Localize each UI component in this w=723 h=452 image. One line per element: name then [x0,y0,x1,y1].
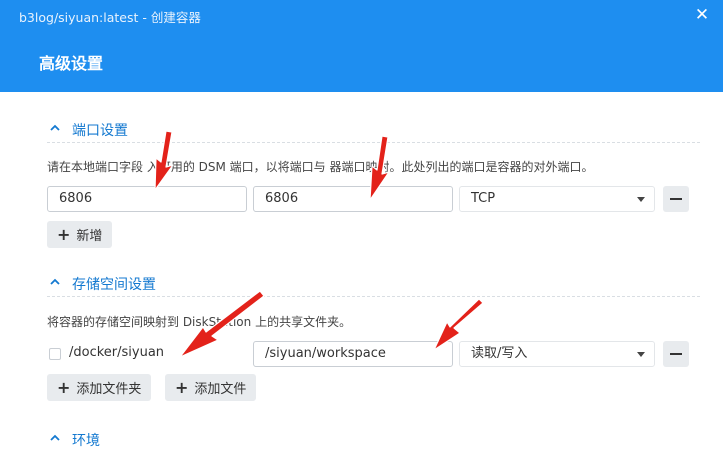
chevron-up-icon [50,278,60,285]
chevron-up-icon [50,124,60,131]
dialog-header: b3log/siyuan:latest - 创建容器 ✕ 高级设置 [0,0,723,92]
local-port-input[interactable]: 6806 [47,186,247,212]
permission-select[interactable]: 读取/写入 [459,341,655,367]
remove-port-button[interactable] [663,186,689,212]
storage-description: 将容器的存储空间映射到 DiskStation 上的共享文件夹。 [47,315,352,329]
add-port-label: 新增 [76,229,103,244]
section-title-storage: 存储空间设置 [72,277,156,293]
add-folder-button[interactable]: + 添加文件夹 [47,374,152,401]
close-icon[interactable]: ✕ [691,5,713,27]
add-folder-label: 添加文件夹 [76,382,142,397]
plus-icon: + [175,378,189,397]
caret-down-icon [637,352,645,357]
dialog-content: 端口设置 请在本地端口字段 入可用的 DSM 端口，以将端口与 器端口映射。此处… [0,92,723,449]
container-port-input[interactable]: 6806 [253,186,453,212]
plus-icon: + [57,378,71,397]
folder-checkbox[interactable] [49,348,61,360]
protocol-value: TCP [471,191,496,206]
minus-icon [670,353,682,355]
section-title-ports: 端口设置 [72,123,128,139]
port-description: 请在本地端口字段 入可用的 DSM 端口，以将端口与 器端口映射。此处列出的端口… [47,160,594,174]
section-header-ports[interactable]: 端口设置 [47,120,700,143]
add-port-button[interactable]: + 新增 [47,221,113,248]
plus-icon: + [57,225,71,244]
minus-icon [670,198,682,200]
mount-path-input[interactable]: /siyuan/workspace [253,341,453,367]
remove-volume-button[interactable] [663,341,689,367]
window-title: b3log/siyuan:latest - 创建容器 [19,10,201,25]
add-file-label: 添加文件 [194,382,247,397]
folder-path: /docker/siyuan [69,345,165,360]
protocol-select[interactable]: TCP [459,186,655,212]
add-file-button[interactable]: + 添加文件 [165,374,257,401]
chevron-up-icon [50,434,60,441]
section-title-environment: 环境 [72,433,100,449]
dialog-heading: 高级设置 [39,54,104,73]
caret-down-icon [637,197,645,202]
permission-value: 读取/写入 [471,346,528,361]
section-header-environment[interactable]: 环境 [47,430,700,452]
section-header-storage[interactable]: 存储空间设置 [47,274,700,297]
